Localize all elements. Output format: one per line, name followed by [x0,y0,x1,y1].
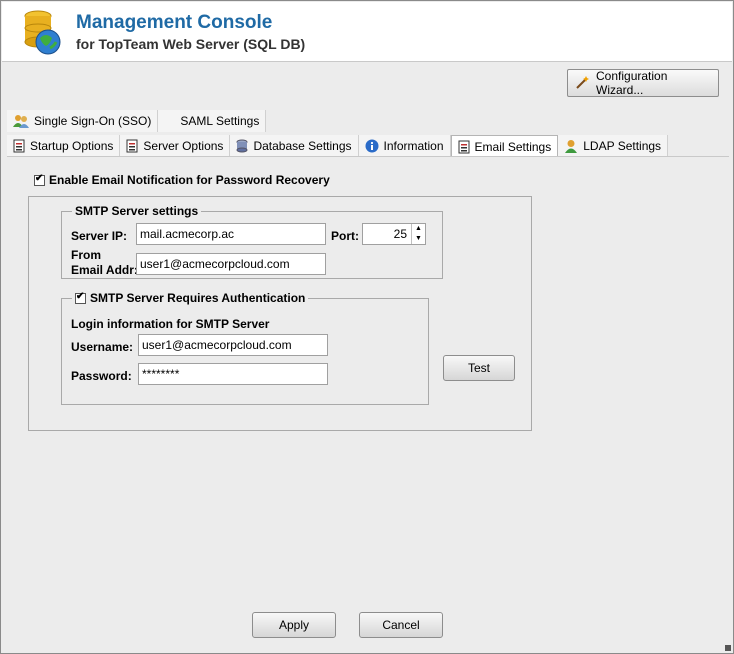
from-email-input[interactable] [136,253,326,275]
port-label: Port: [331,229,359,243]
port-spinner[interactable]: 25 ▲ ▼ [362,223,426,245]
enable-email-notification-label: Enable Email Notification for Password R… [49,173,330,187]
group-title-text: SMTP Server Requires Authentication [90,291,306,305]
username-label: Username: [71,340,134,354]
tab-label: Startup Options [30,139,114,153]
configuration-wizard-label: Configuration Wizard... [596,69,668,97]
app-title: Management Console [76,12,273,33]
document-icon [458,140,470,153]
smtp-auth-group: SMTP Server Requires Authentication Logi… [61,291,429,405]
apply-button[interactable]: Apply [252,612,336,638]
smtp-server-settings-group: SMTP Server settings Server IP: Port: 25… [61,204,443,279]
user-icon [565,140,578,153]
test-button-label: Test [467,361,490,375]
database-icon [236,139,248,153]
from-label-line2: Email Addr: [71,263,138,277]
resize-grip[interactable] [725,645,731,651]
header: Management Console for TopTeam Web Serve… [2,2,732,62]
email-settings-panel: SMTP Server settings Server IP: Port: 25… [28,196,532,431]
group-title-text: SMTP Server settings [75,204,199,218]
tab-label: Single Sign-On (SSO) [34,114,152,128]
tab-email-settings[interactable]: Email Settings [450,135,559,157]
users-icon [13,115,29,128]
tab-startup-options[interactable]: Startup Options [7,135,121,157]
port-value: 25 [393,227,407,241]
tab-ldap-settings[interactable]: LDAP Settings [558,135,669,157]
document-icon [126,139,138,153]
tab-label: LDAP Settings [583,139,662,153]
tab-single-sign-on[interactable]: Single Sign-On (SSO) [7,110,159,132]
spinner-arrows[interactable]: ▲ ▼ [411,224,425,244]
checkbox-checked[interactable] [34,173,45,186]
smtp-auth-checkbox[interactable] [75,291,86,304]
management-console-window: Management Console for TopTeam Web Serve… [0,0,734,654]
login-info-label: Login information for SMTP Server [71,317,270,331]
smtp-server-settings-title: SMTP Server settings [72,204,202,218]
tab-information[interactable]: Information [358,135,451,157]
tab-label: Database Settings [253,139,352,153]
tab-label: SAML Settings [180,114,260,128]
configuration-wizard-button[interactable]: Configuration Wizard... [567,69,719,97]
tab-row-2: Startup Options Server Options Database … [7,135,669,157]
database-globe-icon [24,10,61,55]
tab-label: Email Settings [474,139,552,154]
server-ip-input[interactable] [136,223,326,245]
tab-saml-settings[interactable]: SAML Settings [158,110,267,132]
magic-wand-icon [576,76,589,89]
smtp-auth-title[interactable]: SMTP Server Requires Authentication [72,291,309,305]
tab-server-options[interactable]: Server Options [120,135,231,157]
username-input[interactable] [138,334,328,356]
app-subtitle: for TopTeam Web Server (SQL DB) [76,36,306,52]
tab-database-settings[interactable]: Database Settings [230,135,359,157]
info-icon [365,139,378,153]
test-button[interactable]: Test [443,355,515,381]
password-label: Password: [71,369,132,383]
tab-label: Information [383,139,444,153]
cancel-button[interactable]: Cancel [359,612,443,638]
password-input[interactable] [138,363,328,385]
apply-button-label: Apply [278,618,310,632]
enable-email-notification-checkbox[interactable]: Enable Email Notification for Password R… [34,173,330,187]
document-icon [13,139,25,153]
from-label-line1: From [71,248,101,262]
server-ip-label: Server IP: [71,229,128,243]
tab-divider [7,156,729,157]
tab-label: Server Options [143,139,224,153]
tab-row-1: Single Sign-On (SSO) SAML Settings [7,110,267,132]
cancel-button-label: Cancel [382,618,420,632]
